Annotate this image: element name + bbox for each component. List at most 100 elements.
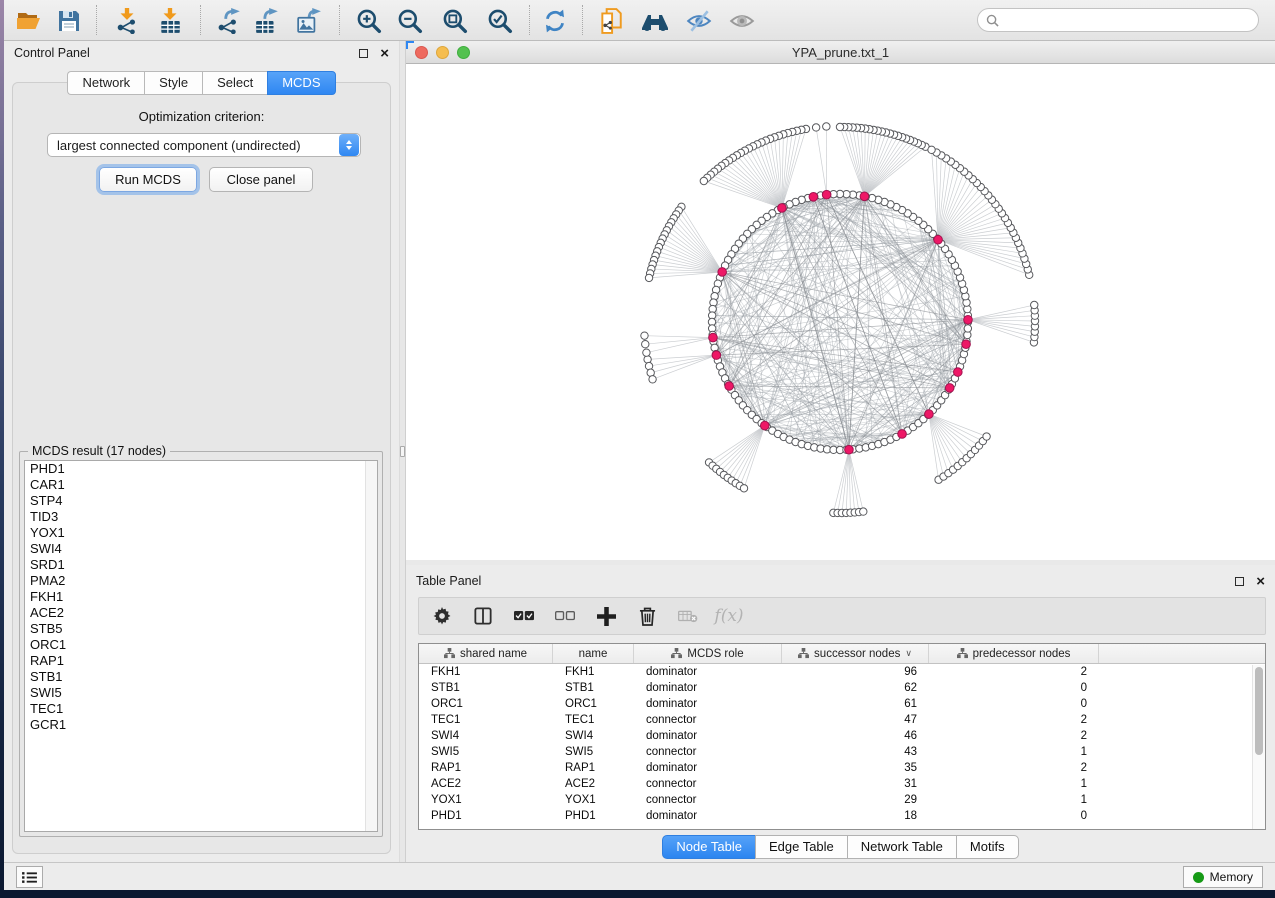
cell-name: YOX1 (553, 794, 634, 806)
delete-row-icon[interactable] (637, 606, 657, 626)
open-session-icon[interactable] (15, 7, 43, 35)
mcds-list-scrollbar[interactable] (365, 461, 377, 831)
table-row[interactable]: YOX1YOX1connector291 (419, 792, 1265, 808)
memory-button[interactable]: Memory (1183, 866, 1263, 888)
tab-network[interactable]: Network (67, 71, 144, 95)
mcds-result-item[interactable]: PMA2 (25, 573, 377, 589)
mcds-result-item[interactable]: YOX1 (25, 525, 377, 541)
mcds-result-items: PHD1CAR1STP4TID3YOX1SWI4SRD1PMA2FKH1ACE2… (25, 461, 377, 733)
tab-node-table[interactable]: Node Table (662, 835, 755, 859)
mcds-result-item[interactable]: ORC1 (25, 637, 377, 653)
search-field[interactable] (977, 8, 1259, 32)
mcds-result-item[interactable]: SWI4 (25, 541, 377, 557)
share-document-icon[interactable] (597, 7, 625, 35)
node-table: shared namenameMCDS rolesuccessor nodes∨… (418, 643, 1266, 830)
close-table-panel-icon[interactable]: × (1256, 577, 1265, 586)
cell-successor-nodes: 47 (782, 714, 929, 726)
mcds-result-item[interactable]: GCR1 (25, 717, 377, 733)
cell-name: ORC1 (553, 698, 634, 710)
tab-style[interactable]: Style (144, 71, 202, 95)
cell-successor-nodes: 96 (782, 666, 929, 678)
select-all-icon[interactable] (514, 606, 534, 626)
control-panel-tabs: NetworkStyleSelectMCDS (4, 71, 399, 95)
mcds-result-item[interactable]: TEC1 (25, 701, 377, 717)
mcds-result-item[interactable]: STB5 (25, 621, 377, 637)
tab-edge-table[interactable]: Edge Table (755, 835, 847, 859)
column-header-MCDS-role[interactable]: MCDS role (634, 644, 782, 663)
tab-mcds[interactable]: MCDS (267, 71, 335, 95)
table-row[interactable]: ORC1ORC1dominator610 (419, 696, 1265, 712)
network-view[interactable] (406, 64, 1275, 560)
import-table-icon[interactable] (156, 7, 184, 35)
mcds-result-item[interactable]: RAP1 (25, 653, 377, 669)
zoom-fit-icon[interactable] (441, 7, 469, 35)
table-row[interactable]: STB1STB1dominator620 (419, 680, 1265, 696)
import-network-icon[interactable] (113, 7, 141, 35)
zoom-selected-icon[interactable] (486, 7, 514, 35)
cell-predecessor-nodes: 0 (929, 698, 1099, 710)
optimization-criterion-select[interactable]: largest connected component (undirected) (47, 133, 361, 157)
mcds-result-item[interactable]: FKH1 (25, 589, 377, 605)
export-image-icon[interactable] (295, 7, 323, 35)
deselect-all-icon[interactable] (555, 606, 575, 626)
export-network-icon[interactable] (215, 7, 243, 35)
mcds-result-item[interactable]: SWI5 (25, 685, 377, 701)
hide-selected-icon[interactable] (685, 7, 713, 35)
export-table-icon[interactable] (253, 7, 281, 35)
cell-successor-nodes: 43 (782, 746, 929, 758)
sort-desc-icon: ∨ (905, 648, 912, 659)
mcds-result-item[interactable]: STB1 (25, 669, 377, 685)
table-scrollbar[interactable] (1252, 665, 1265, 829)
mcds-result-item[interactable]: SRD1 (25, 557, 377, 573)
zoom-out-icon[interactable] (396, 7, 424, 35)
column-header-predecessor-nodes[interactable]: predecessor nodes (929, 644, 1099, 663)
run-mcds-button[interactable]: Run MCDS (99, 167, 197, 192)
table-row[interactable]: ACE2ACE2connector311 (419, 776, 1265, 792)
table-row[interactable]: RAP1RAP1dominator352 (419, 760, 1265, 776)
function-builder-icon[interactable]: f(x) (719, 606, 739, 626)
float-panel-icon[interactable] (359, 49, 368, 58)
search-network-icon[interactable] (641, 7, 669, 35)
cell-name: FKH1 (553, 666, 634, 678)
table-settings-icon[interactable] (432, 606, 452, 626)
cell-successor-nodes: 62 (782, 682, 929, 694)
show-panels-menu-button[interactable] (16, 866, 43, 888)
mcds-result-item[interactable]: ACE2 (25, 605, 377, 621)
close-panel-button[interactable]: Close panel (209, 167, 313, 192)
mcds-result-item[interactable]: STP4 (25, 493, 377, 509)
float-table-panel-icon[interactable] (1235, 577, 1244, 586)
cell-MCDS-role: connector (634, 746, 782, 758)
add-row-icon[interactable] (596, 606, 616, 626)
refresh-icon[interactable] (541, 7, 569, 35)
splitter-grip[interactable] (400, 446, 405, 457)
network-window-titlebar[interactable]: YPA_prune.txt_1 (406, 41, 1275, 64)
delete-table-icon[interactable] (678, 606, 698, 626)
mcds-result-item[interactable]: PHD1 (25, 461, 377, 477)
save-session-icon[interactable] (55, 7, 83, 35)
zoom-in-icon[interactable] (355, 7, 383, 35)
tab-network-table[interactable]: Network Table (847, 835, 956, 859)
column-header-name[interactable]: name (553, 644, 634, 663)
tab-motifs[interactable]: Motifs (956, 835, 1019, 859)
network-graph[interactable] (406, 64, 1275, 560)
cell-shared-name: YOX1 (419, 794, 553, 806)
cell-successor-nodes: 35 (782, 762, 929, 774)
tab-select[interactable]: Select (202, 71, 267, 95)
table-row[interactable]: SWI5SWI5connector431 (419, 744, 1265, 760)
show-all-icon[interactable] (728, 7, 756, 35)
table-row[interactable]: TEC1TEC1connector472 (419, 712, 1265, 728)
close-panel-icon[interactable]: × (380, 49, 389, 58)
search-input[interactable] (999, 13, 1258, 27)
table-row[interactable]: SWI4SWI4dominator462 (419, 728, 1265, 744)
mcds-result-item[interactable]: CAR1 (25, 477, 377, 493)
vertical-splitter[interactable] (399, 41, 406, 862)
mcds-result-item[interactable]: TID3 (25, 509, 377, 525)
shared-column-icon (957, 648, 968, 659)
table-row[interactable]: PHD1PHD1dominator180 (419, 808, 1265, 824)
column-header-successor-nodes[interactable]: successor nodes∨ (782, 644, 929, 663)
table-row[interactable]: FKH1FKH1dominator962 (419, 664, 1265, 680)
toolbar-separator (339, 5, 340, 35)
table-scrollbar-thumb[interactable] (1255, 667, 1263, 755)
show-columns-icon[interactable] (473, 606, 493, 626)
column-header-shared-name[interactable]: shared name (419, 644, 553, 663)
